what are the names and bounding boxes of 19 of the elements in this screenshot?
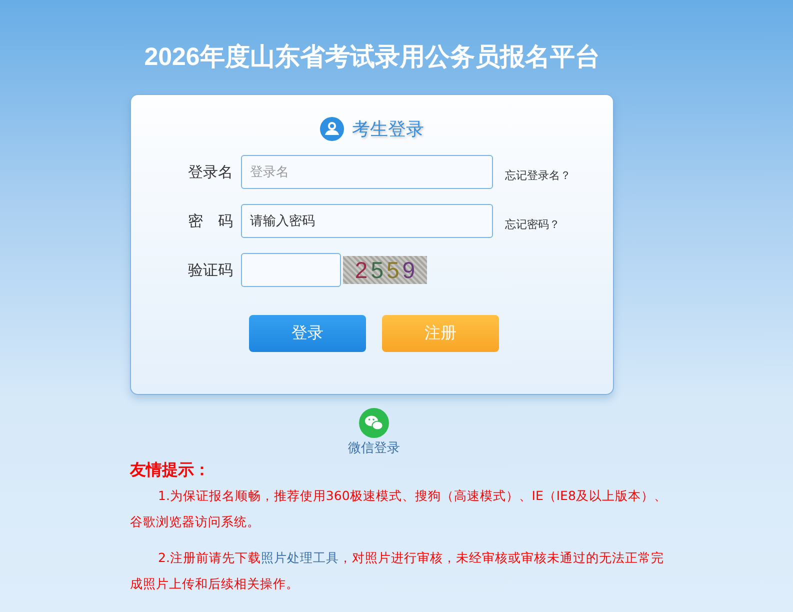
tool-download-link[interactable]: 照片处理工具 [260, 550, 339, 565]
captcha-field[interactable] [241, 253, 341, 287]
notice-paragraph: 2.注册前请先下载照片处理工具，对照片进行审核，未经审核或审核未通过的无法正常完成照片上传和后续相关操作。 [130, 549, 665, 593]
wechat-icon [359, 408, 389, 438]
login-heading: 考生登录 [352, 118, 424, 141]
login-button[interactable]: 登录 [249, 315, 366, 352]
forgot-link[interactable]: 忘记登录名？ [505, 168, 571, 182]
notice-paragraph: 1.为保证报名顺畅，推荐使用360极速模式、搜狗（高速模式）、IE（IE8及以上版本）、谷歌浏览器访问系统。 [130, 487, 668, 531]
page-title: 2026年度山东省考试录用公务员报名平台 [143, 42, 601, 73]
notice-title: 友情提示： [130, 460, 210, 481]
user-icon [320, 117, 344, 141]
field-label: 登录名 [187, 162, 234, 182]
wechat-login-link[interactable]: 微信登录 [348, 439, 400, 457]
password-field[interactable]: 请输入密码 [241, 204, 493, 238]
field-label: 验证码 [187, 260, 234, 280]
forgot-link[interactable]: 忘记密码？ [505, 216, 560, 232]
field-label: 密 码 [187, 212, 234, 230]
username-field[interactable]: 登录名 [241, 155, 493, 189]
captcha-image[interactable]: 2559 [343, 256, 427, 284]
